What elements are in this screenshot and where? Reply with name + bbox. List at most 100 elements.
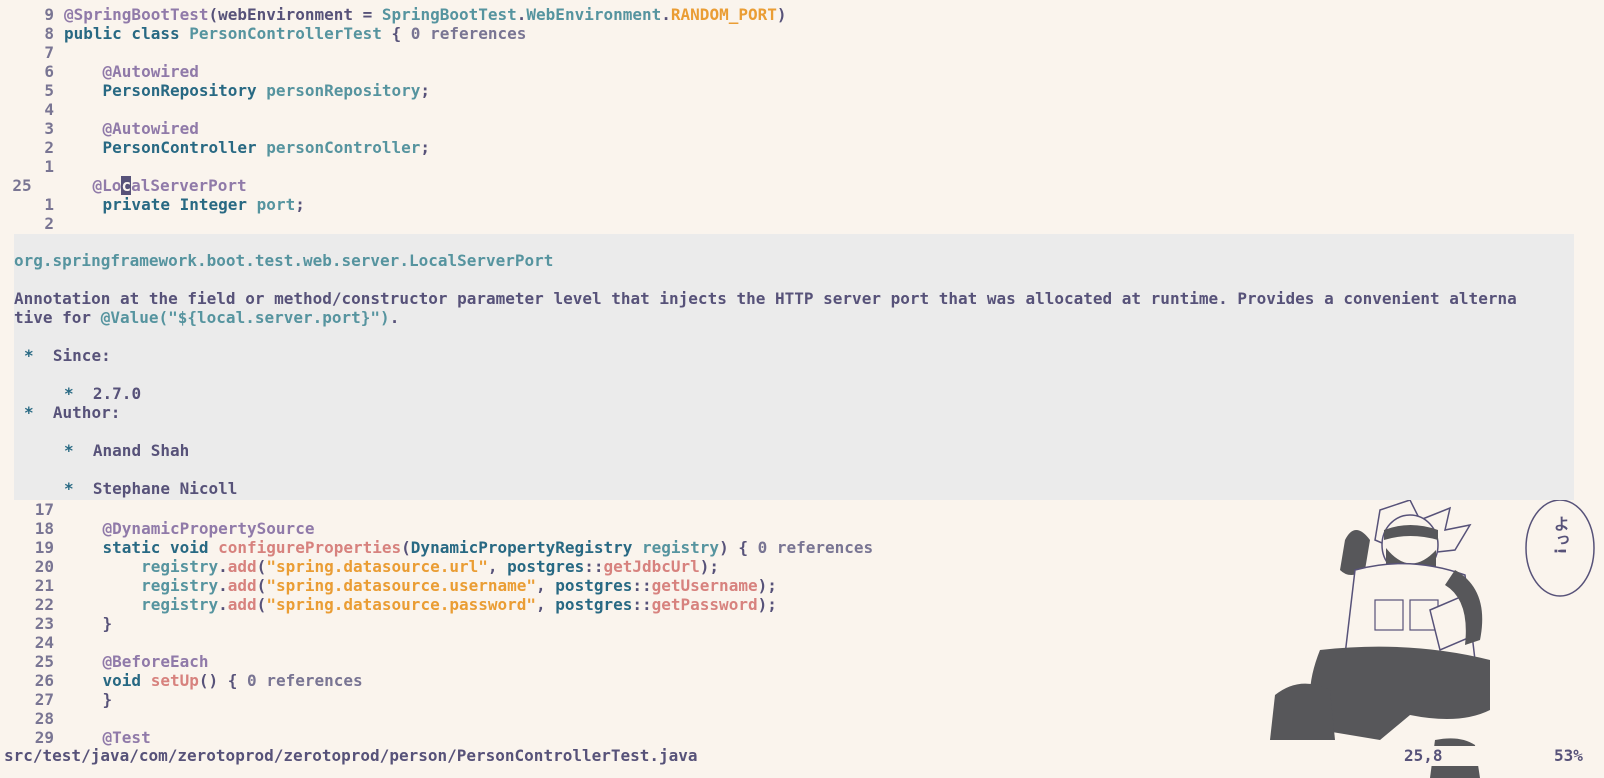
code-token: 0 references [410, 24, 527, 43]
line-content[interactable]: @DynamicPropertySource [64, 519, 315, 538]
line-content[interactable]: @Autowired [64, 62, 199, 81]
line-content[interactable]: registry.add("spring.datasource.password… [64, 595, 777, 614]
bullet-icon: * [24, 346, 34, 365]
code-line[interactable]: 17 [0, 500, 64, 519]
code-token: :: [632, 576, 652, 595]
code-token: . [661, 5, 671, 24]
code-token: PersonRepository [102, 81, 257, 100]
code-token: { [381, 24, 411, 43]
line-number: 23 [34, 614, 54, 633]
code-token: PersonController [102, 138, 257, 157]
code-token: alServerPort [131, 176, 247, 195]
code-token: @BeforeEach [102, 652, 209, 671]
hover-documentation-popup: org.springframework.boot.test.web.server… [14, 234, 1574, 500]
line-number: 19 [34, 538, 54, 557]
status-line: src/test/java/com/zerotoprod/zerotoprod/… [0, 746, 1604, 766]
code-token: WebEnvironment [526, 5, 662, 24]
code-token: configureProperties [218, 538, 402, 557]
legs-shape [1310, 646, 1490, 740]
line-number: 29 [34, 728, 54, 747]
line-content[interactable]: @Test [64, 728, 151, 747]
line-number: 2 [44, 214, 54, 233]
line-content[interactable]: @SpringBootTest(webEnvironment = SpringB… [64, 5, 787, 24]
code-token: ); [757, 576, 777, 595]
code-token: "spring.datasource.username" [266, 576, 537, 595]
code-line[interactable]: 19 static void configureProperties(Dynam… [0, 538, 873, 557]
since-item: * Since: [24, 346, 111, 365]
code-line[interactable]: 9 @SpringBootTest(webEnvironment = Spring… [0, 5, 787, 24]
code-token: registry [141, 595, 219, 614]
code-token: . [218, 557, 228, 576]
line-content[interactable]: } [64, 690, 113, 709]
line-content[interactable]: @BeforeEach [64, 652, 209, 671]
line-number: 6 [44, 62, 54, 81]
line-content[interactable]: PersonRepository personRepository; [64, 81, 431, 100]
code-line[interactable]: 23 } [0, 614, 112, 633]
line-content[interactable]: @Autowired [64, 119, 199, 138]
code-line[interactable]: 4 [0, 100, 64, 119]
bullet-icon: * [64, 441, 74, 460]
code-token: void [102, 671, 151, 690]
line-number: 28 [34, 709, 54, 728]
code-token: port [256, 195, 296, 214]
line-number: 26 [34, 671, 54, 690]
line-content[interactable]: } [64, 614, 113, 633]
line-number: 7 [44, 43, 54, 62]
code-token: , [536, 576, 556, 595]
code-line[interactable]: 3 @Autowired [0, 119, 199, 138]
code-line[interactable]: 8 public class PersonControllerTest { 0 r… [0, 24, 526, 43]
author-entry: * Stephane Nicoll [64, 479, 237, 498]
code-line[interactable]: 1 private Integer port; [0, 195, 305, 214]
code-line[interactable]: 28 [0, 709, 64, 728]
line-content[interactable]: private Integer port; [64, 195, 305, 214]
code-token: "spring.datasource.password" [266, 595, 537, 614]
code-line[interactable]: 18 @DynamicPropertySource [0, 519, 315, 538]
line-content[interactable]: static void configureProperties(DynamicP… [64, 538, 874, 557]
line-number: 1 [44, 195, 54, 214]
line-number: 3 [44, 119, 54, 138]
code-token: getJdbcUrl [603, 557, 700, 576]
code-line[interactable]: 27 } [0, 690, 112, 709]
manga-character-illustration: よっ! [1270, 500, 1595, 778]
status-cursor-position: 25,8 [1404, 746, 1443, 765]
code-token: add [227, 576, 257, 595]
hover-desc-suffix: . [389, 308, 400, 327]
code-token: :: [632, 595, 652, 614]
code-line[interactable]: 29 @Test [0, 728, 151, 747]
code-token: @DynamicPropertySource [102, 519, 315, 538]
code-line[interactable]: 22 registry.add("spring.datasource.passw… [0, 595, 777, 614]
line-content[interactable]: @LocalServerPort [54, 176, 247, 195]
author-entry: * Anand Shah [64, 441, 189, 460]
line-number: 22 [34, 595, 54, 614]
line-content[interactable]: void setUp() { 0 references [64, 671, 363, 690]
line-content[interactable]: public class PersonControllerTest { 0 re… [64, 24, 526, 43]
code-line[interactable]: 25 @BeforeEach [0, 652, 209, 671]
line-number: 20 [34, 557, 54, 576]
line-content[interactable]: PersonController personController; [64, 138, 431, 157]
code-line[interactable]: 25 @LocalServerPort [0, 176, 247, 195]
code-line[interactable]: 7 [0, 43, 64, 62]
code-line[interactable]: 20 registry.add("spring.datasource.url",… [0, 557, 719, 576]
since-value: 2.7.0 [92, 384, 142, 403]
line-number: 2 [44, 138, 54, 157]
code-line[interactable]: 2 [0, 214, 64, 233]
code-line[interactable]: 2 PersonController personController; [0, 138, 430, 157]
code-line[interactable]: 1 [0, 157, 64, 176]
code-line[interactable]: 5 PersonRepository personRepository; [0, 81, 430, 100]
line-content[interactable]: registry.add("spring.datasource.url", po… [64, 557, 719, 576]
hover-fqn: org.springframework.boot.test.web.server… [14, 251, 554, 270]
code-line[interactable]: 6 @Autowired [0, 62, 199, 81]
code-line[interactable]: 21 registry.add("spring.datasource.usern… [0, 576, 777, 595]
code-line[interactable]: 26 void setUp() { 0 references [0, 671, 363, 690]
line-content[interactable]: registry.add("spring.datasource.username… [64, 576, 777, 595]
code-token: DynamicPropertyRegistry [410, 538, 633, 557]
code-line[interactable]: 24 [0, 633, 64, 652]
code-token: personRepository [266, 81, 421, 100]
